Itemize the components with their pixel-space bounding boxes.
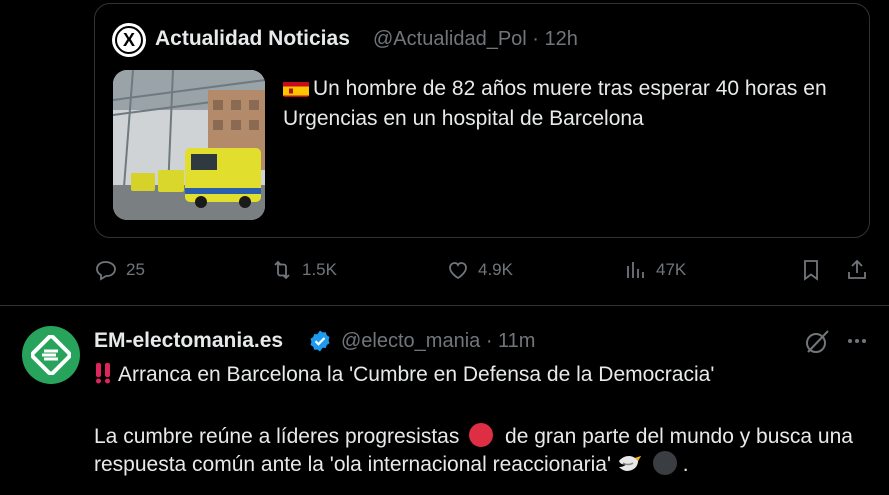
author-name[interactable]: EM-electomania.es <box>94 329 283 353</box>
repost-button[interactable]: 1.5K <box>270 258 337 282</box>
eagle-icon <box>618 456 641 471</box>
repost-count: 1.5K <box>302 260 337 279</box>
quoted-thumbnail[interactable] <box>113 70 265 220</box>
tweet-text-body: La cumbre reúne a líderes progresistas d… <box>94 423 884 479</box>
double-exclamation-icon <box>96 363 110 384</box>
tweet-body-end: . <box>682 453 689 476</box>
tweet-headline: Arranca en Barcelona la 'Cumbre en Defen… <box>118 363 715 386</box>
share-button[interactable] <box>845 258 869 282</box>
black-circle-icon <box>652 451 677 475</box>
views-chart-icon <box>627 262 644 278</box>
quoted-tweet-text: Un hombre de 82 años muere tras esperar … <box>283 74 863 134</box>
x-logo-icon: X <box>115 26 143 54</box>
repost-icon <box>274 260 290 280</box>
quoted-author-name[interactable]: Actualidad Noticias <box>155 27 350 51</box>
reply-count: 25 <box>126 260 145 279</box>
reply-icon <box>96 261 116 281</box>
tweet-divider <box>0 305 889 306</box>
author-avatar[interactable] <box>22 326 80 384</box>
quoted-avatar[interactable]: X <box>112 23 146 57</box>
spain-flag-icon <box>283 79 309 97</box>
electomania-logo-icon <box>31 335 71 375</box>
quoted-tweet-card[interactable]: X Actualidad Noticias @Actualidad_Pol · … <box>94 3 870 238</box>
more-options-icon[interactable] <box>846 330 868 352</box>
tweet-body-part1: La cumbre reúne a líderes progresistas <box>94 425 460 448</box>
like-count: 4.9K <box>478 260 513 279</box>
views-button[interactable]: 47K <box>624 258 686 282</box>
reply-button[interactable]: 25 <box>94 258 145 282</box>
quoted-author-handle[interactable]: @Actualidad_Pol · 12h <box>373 28 578 51</box>
quoted-tweet-body: Un hombre de 82 años muere tras esperar … <box>283 77 827 130</box>
like-button[interactable]: 4.9K <box>446 258 513 282</box>
grok-icon[interactable] <box>803 328 831 356</box>
author-handle[interactable]: @electo_mania · 11m <box>341 330 535 353</box>
bookmark-icon <box>804 260 818 281</box>
share-icon <box>848 259 866 279</box>
views-count: 47K <box>656 260 687 279</box>
red-circle-icon <box>469 423 494 447</box>
tweet-text-line1: Arranca en Barcelona la 'Cumbre en Defen… <box>94 362 714 387</box>
verified-badge-icon <box>310 330 330 352</box>
bookmark-button[interactable] <box>799 258 823 282</box>
heart-icon <box>449 262 467 280</box>
tweet-action-bar: 25 1.5K 4.9K 47K <box>94 258 874 286</box>
